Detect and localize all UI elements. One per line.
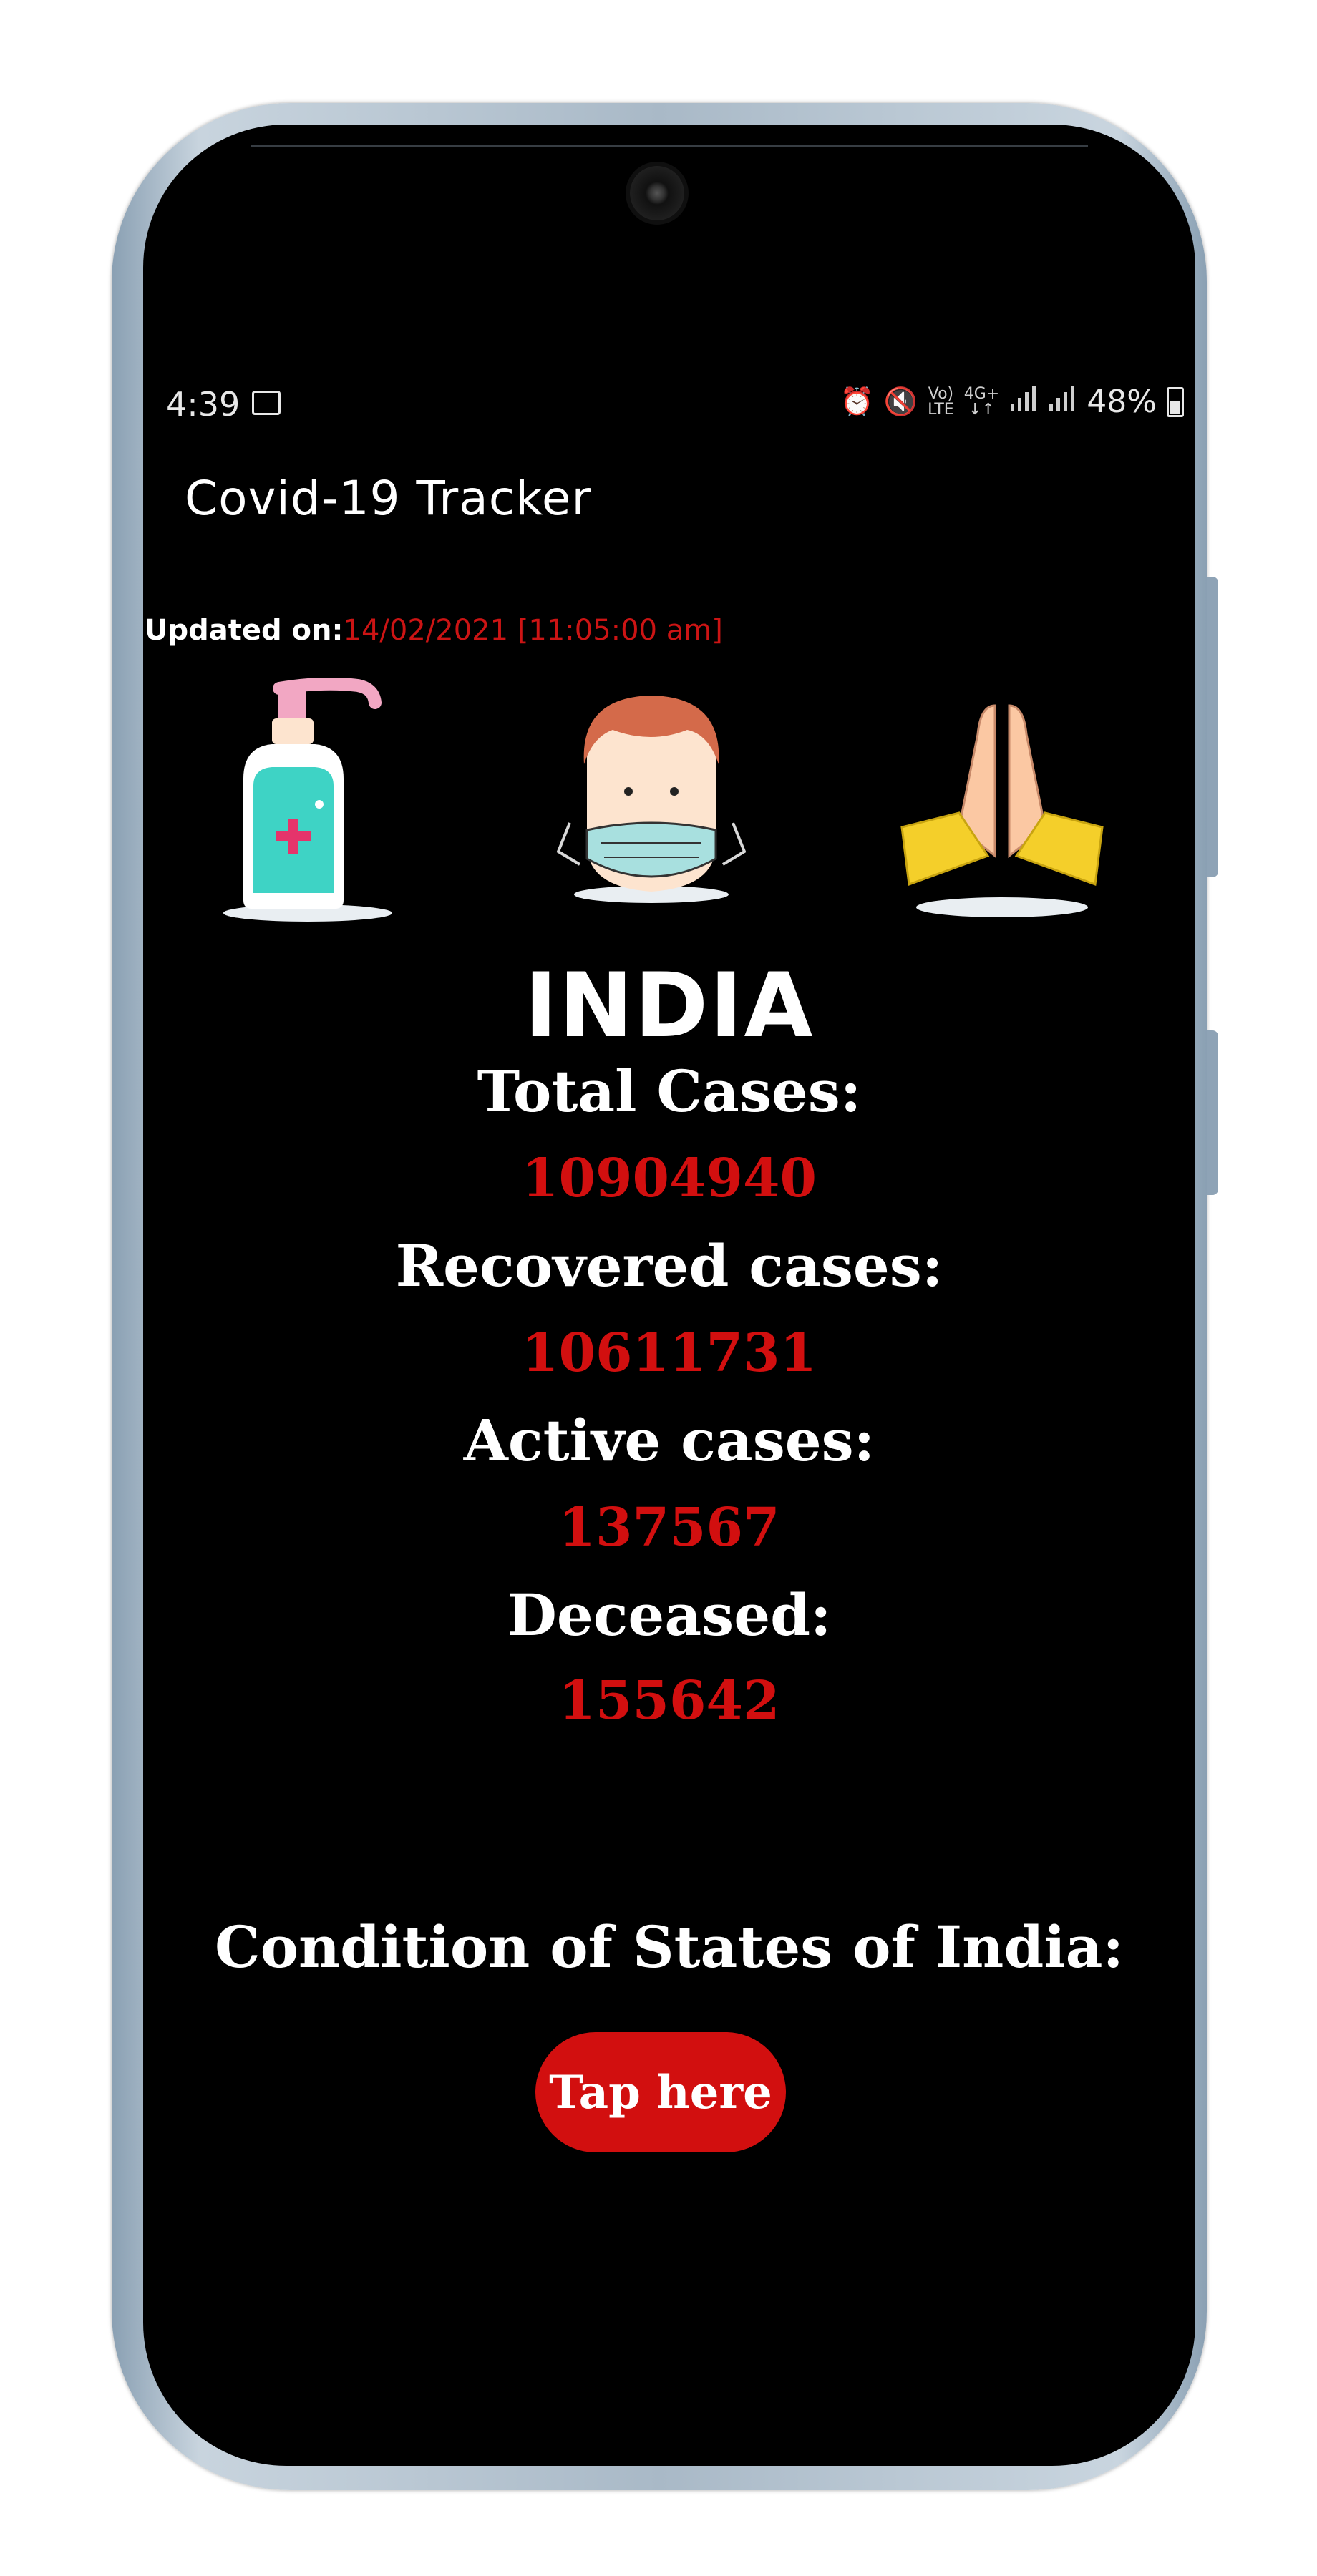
active-cases-value: 137567 bbox=[558, 1497, 780, 1558]
total-cases-value: 10904940 bbox=[522, 1148, 817, 1209]
earpiece bbox=[251, 145, 1088, 147]
updated-label: Updated on: bbox=[145, 614, 344, 647]
alarm-icon: ⏰ bbox=[840, 386, 874, 417]
power-button bbox=[1207, 577, 1218, 877]
volume-button bbox=[1207, 1030, 1218, 1195]
deceased-label: Deceased: bbox=[507, 1581, 832, 1649]
deceased-value: 155642 bbox=[558, 1670, 780, 1732]
battery-percent: 48% bbox=[1087, 384, 1157, 420]
phone-screen: 4:39 ⏰ 🔇 Vo) LTE 4G+ ↓↑ 48% Covid-19 Tra… bbox=[143, 125, 1195, 2466]
signal-strength-icon-1 bbox=[1009, 384, 1038, 420]
mute-icon: 🔇 bbox=[883, 386, 918, 417]
network-type-icon: 4G+ ↓↑ bbox=[963, 384, 1000, 419]
folded-hands-icon bbox=[900, 704, 1104, 917]
front-camera bbox=[630, 166, 684, 220]
tap-here-button[interactable]: Tap here bbox=[535, 2032, 786, 2152]
signal-strength-icon-2 bbox=[1048, 384, 1077, 420]
status-time: 4:39 bbox=[166, 385, 240, 424]
active-cases-label: Active cases: bbox=[463, 1407, 875, 1474]
status-icons: ⏰ 🔇 Vo) LTE 4G+ ↓↑ 48% bbox=[840, 384, 1184, 420]
masked-man-icon bbox=[556, 696, 747, 903]
updated-value: 14/02/2021 [11:05:00 am] bbox=[343, 614, 723, 647]
volte-icon: Vo) LTE bbox=[928, 384, 954, 419]
updated-on: Updated on:14/02/2021 [11:05:00 am] bbox=[145, 614, 723, 647]
battery-icon bbox=[1167, 386, 1184, 417]
recovered-cases-value: 10611731 bbox=[522, 1322, 817, 1384]
total-cases-label: Total Cases: bbox=[477, 1058, 862, 1125]
app-title: Covid-19 Tracker bbox=[185, 471, 592, 526]
country-name: INDIA bbox=[524, 955, 815, 1058]
sanitizer-icon bbox=[223, 678, 392, 922]
gallery-notification-icon bbox=[252, 391, 281, 415]
recovered-cases-label: Recovered cases: bbox=[395, 1232, 943, 1299]
states-condition-title: Condition of States of India: bbox=[214, 1913, 1124, 1981]
